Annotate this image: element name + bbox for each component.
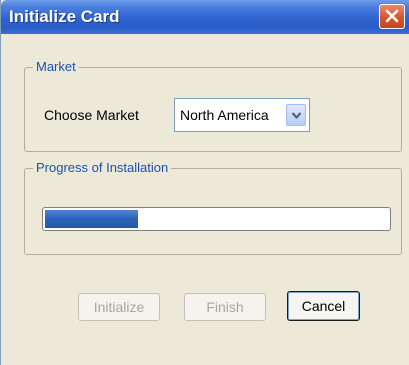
chevron-down-icon: [291, 112, 302, 119]
installation-progress-bar: [42, 207, 391, 231]
finish-button[interactable]: Finish: [184, 293, 266, 321]
title-bar[interactable]: Initialize Card: [1, 0, 409, 34]
cancel-button[interactable]: Cancel: [287, 291, 360, 321]
market-select-value: North America: [180, 107, 269, 123]
initialize-card-dialog: Initialize Card Market Choose Market Nor…: [0, 0, 409, 365]
market-dropdown-button[interactable]: [286, 104, 306, 126]
initialize-button[interactable]: Initialize: [78, 293, 160, 321]
market-select[interactable]: North America: [174, 98, 310, 132]
close-icon: [385, 9, 399, 23]
close-button[interactable]: [379, 4, 405, 29]
choose-market-label: Choose Market: [44, 107, 139, 123]
progress-legend: Progress of Installation: [36, 160, 169, 175]
window-title: Initialize Card: [9, 7, 120, 26]
progress-fill: [45, 210, 138, 228]
market-legend: Market: [36, 59, 76, 74]
